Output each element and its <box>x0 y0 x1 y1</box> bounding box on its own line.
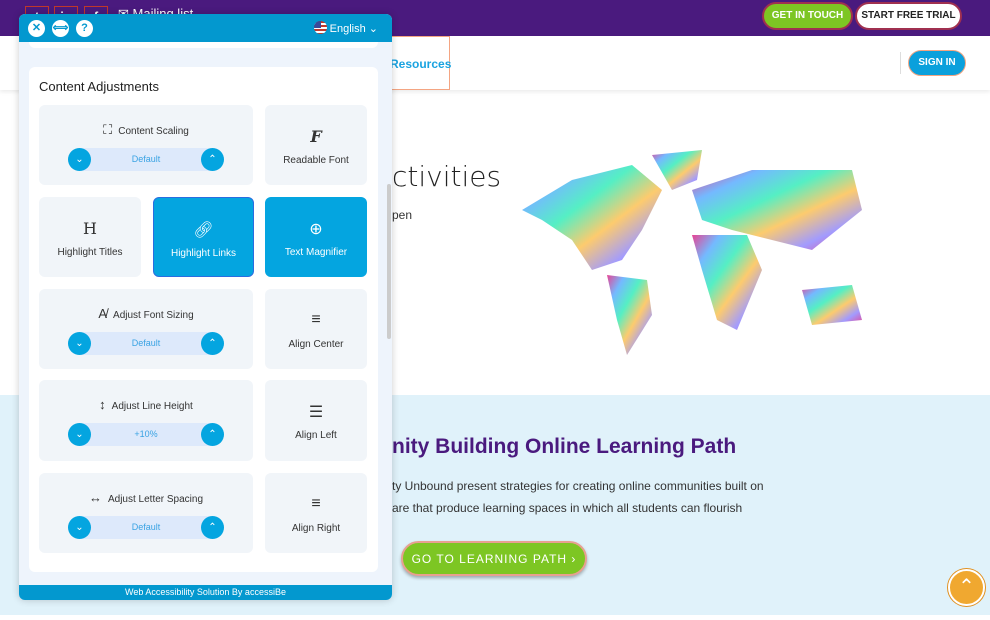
increase-button[interactable]: ⌃ <box>201 332 224 355</box>
map-greenland <box>652 150 702 190</box>
close-icon[interactable]: ✕ <box>28 20 45 37</box>
panel-header: ✕ ⟺ ? English ⌄ <box>19 14 392 42</box>
map-south-america <box>607 275 652 355</box>
move-panel-icon[interactable]: ⟺ <box>52 20 69 37</box>
increase-button[interactable]: ⌃ <box>201 148 224 171</box>
letter-spacing-tile: ↔ Adjust Letter Spacing ⌄ Default ⌃ <box>39 473 253 553</box>
us-flag-icon <box>313 21 327 34</box>
line-height-tile: ↕ Adjust Line Height ⌄ +10% ⌃ <box>39 380 253 461</box>
tile-label: Adjust Font Sizing <box>113 310 194 321</box>
chevron-down-icon: ⌄ <box>368 23 378 35</box>
map-africa <box>692 235 762 330</box>
stepper-value: +10% <box>134 429 158 439</box>
tile-label: Highlight Links <box>170 248 237 259</box>
tile-label: Align Right <box>291 523 341 534</box>
align-center-tile[interactable]: ≡ Align Center <box>265 289 367 369</box>
section-text: ty Unbound present strategies for creati… <box>392 475 764 519</box>
font-icon: F <box>310 127 322 146</box>
tile-label: Text Magnifier <box>284 247 348 258</box>
panel-scrollbar[interactable] <box>387 184 391 339</box>
go-to-learning-path-button[interactable]: GO TO LEARNING PATH › <box>401 541 587 576</box>
accessibility-panel: ✕ ⟺ ? English ⌄ Content Adjustments ⛶ Con… <box>19 14 392 600</box>
align-left-icon: ☰ <box>308 404 324 421</box>
decrease-button[interactable]: ⌄ <box>68 148 91 171</box>
section-line-1: ty Unbound present strategies for creati… <box>392 479 764 493</box>
help-icon[interactable]: ? <box>76 20 93 37</box>
font-sizing-stepper: ⌄ Default ⌃ <box>68 332 224 355</box>
line-height-stepper: ⌄ +10% ⌃ <box>68 423 224 446</box>
letter-spacing-icon: ↔ <box>88 490 102 505</box>
section-title: Content Adjustments <box>39 79 159 94</box>
align-left-tile[interactable]: ☰ Align Left <box>265 380 367 461</box>
align-center-icon: ≡ <box>311 311 321 328</box>
increase-button[interactable]: ⌃ <box>201 516 224 539</box>
text-magnifier-tile[interactable]: ⊕ Text Magnifier <box>265 197 367 277</box>
decrease-button[interactable]: ⌄ <box>68 516 91 539</box>
decrease-button[interactable]: ⌄ <box>68 423 91 446</box>
hero-heading: ctivities <box>392 160 502 193</box>
get-in-touch-button[interactable]: GET IN TOUCH <box>762 2 853 30</box>
scaling-icon: ⛶ <box>103 122 113 137</box>
decrease-button[interactable]: ⌄ <box>68 332 91 355</box>
content-adjustments-card: Content Adjustments ⛶ Content Scaling ⌄ De… <box>29 67 378 572</box>
font-sizing-tile: A̸ Adjust Font Sizing ⌄ Default ⌃ <box>39 289 253 369</box>
font-size-icon: A̸ <box>98 306 108 321</box>
panel-strip <box>29 42 378 48</box>
scroll-to-top-button[interactable]: ⌃ <box>948 569 985 606</box>
world-map-image <box>522 150 862 355</box>
tile-label: Readable Font <box>283 155 349 166</box>
tile-label: Content Scaling <box>118 126 189 137</box>
heading-icon: H <box>83 219 97 238</box>
magnifier-icon: ⊕ <box>309 221 323 238</box>
line-height-icon: ↕ <box>99 397 106 412</box>
section-line-2: are that produce learning spaces in whic… <box>392 501 743 515</box>
letter-spacing-stepper: ⌄ Default ⌃ <box>68 516 224 539</box>
readable-font-tile[interactable]: F Readable Font <box>265 105 367 185</box>
nav-divider <box>900 52 901 74</box>
chevron-up-icon: ⌃ <box>958 576 975 598</box>
nav-resources[interactable]: Resources <box>390 36 451 90</box>
tile-label: Align Center <box>288 339 344 350</box>
start-free-trial-button[interactable]: START FREE TRIAL <box>855 2 962 30</box>
increase-button[interactable]: ⌃ <box>201 423 224 446</box>
panel-footer[interactable]: Web Accessibility Solution By accessiBe <box>19 585 392 600</box>
language-select[interactable]: English ⌄ <box>313 21 378 35</box>
align-right-tile[interactable]: ≡ Align Right <box>265 473 367 553</box>
language-label: English <box>329 23 366 35</box>
stepper-value: Default <box>131 522 161 532</box>
highlight-titles-tile[interactable]: H Highlight Titles <box>39 197 141 277</box>
tile-label: Adjust Line Height <box>111 401 193 412</box>
map-north-america <box>522 165 662 270</box>
stepper-value: Default <box>131 338 161 348</box>
stepper-value: Default <box>131 154 161 164</box>
highlight-links-tile[interactable]: 🔗︎ Highlight Links <box>153 197 254 277</box>
section-heading: nity Building Online Learning Path <box>392 435 737 458</box>
tile-label: Highlight Titles <box>57 247 123 258</box>
content-scaling-tile: ⛶ Content Scaling ⌄ Default ⌃ <box>39 105 253 185</box>
hero-text: pen <box>392 208 413 222</box>
link-icon: 🔗︎ <box>193 222 214 239</box>
sign-in-button[interactable]: SIGN IN <box>908 50 966 76</box>
content-scaling-stepper: ⌄ Default ⌃ <box>68 148 224 171</box>
map-australia <box>802 285 862 325</box>
tile-label: Align Left <box>295 430 337 441</box>
tile-label: Adjust Letter Spacing <box>107 494 204 505</box>
align-right-icon: ≡ <box>311 495 321 512</box>
